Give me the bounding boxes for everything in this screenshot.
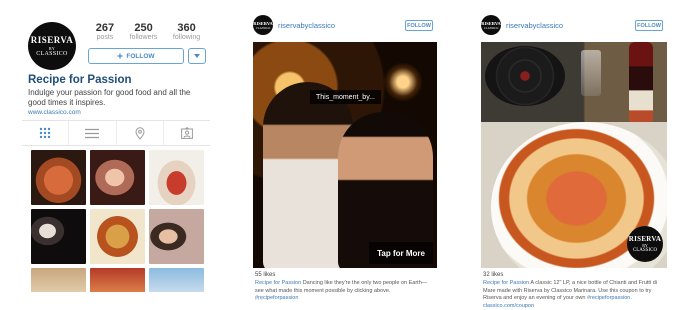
plus-icon — [117, 53, 123, 59]
bokeh-light — [383, 62, 423, 102]
brand-badge-logo: RISERVA BY CLASSICO — [627, 226, 663, 262]
photo-chianti-bottle — [629, 42, 653, 122]
grid-photo-pizza[interactable] — [90, 209, 145, 264]
stat-followers[interactable]: 250 followers — [130, 22, 158, 41]
stat-following-label: following — [172, 34, 201, 41]
profile-bio: Indulge your passion for good food and a… — [28, 88, 191, 107]
post-follow-button[interactable]: FOLLOW — [405, 20, 433, 31]
profile-screen: RISERVA BY CLASSICO 267 posts 250 follow… — [22, 12, 210, 292]
stat-following[interactable]: 360 following — [173, 22, 200, 41]
post-likes: 55 likes — [255, 272, 276, 278]
stat-posts-label: posts — [96, 34, 114, 41]
caption-separator: . — [630, 295, 632, 301]
stat-posts[interactable]: 267 posts — [96, 22, 114, 41]
grid-photo-beach[interactable] — [149, 268, 204, 292]
caption-lead-link[interactable]: Recipe for Passion — [483, 280, 529, 286]
profile-tabs — [22, 120, 210, 146]
photo-tag-label[interactable]: This_moment_by... — [310, 90, 382, 104]
post-more-dots[interactable]: ... — [483, 302, 491, 308]
post-photo-pasta-dinner[interactable]: RISERVA BY CLASSICO — [481, 42, 667, 268]
tagged-icon — [180, 127, 193, 139]
grid-photo-pizza-board[interactable] — [31, 150, 86, 205]
grid-photo-couple-portrait[interactable] — [149, 209, 204, 264]
post-caption: Recipe for Passion Dancing like they're … — [255, 280, 435, 303]
post-likes: 32 likes — [483, 272, 504, 278]
grid-icon — [39, 127, 51, 139]
post-username[interactable]: riservabyclassico — [506, 21, 563, 30]
grid-photo-table[interactable] — [31, 268, 86, 292]
mini-logo-line3: CLASSICO — [255, 25, 271, 30]
post-avatar[interactable]: RISERVA CLASSICO — [481, 15, 501, 35]
badge-line1: RISERVA — [628, 235, 662, 243]
post-username[interactable]: riservabyclassico — [278, 21, 335, 30]
stat-following-value: 360 — [177, 22, 196, 34]
profile-name: Recipe for Passion — [28, 74, 132, 86]
ad-showcase: RISERVA BY CLASSICO 267 posts 250 follow… — [0, 0, 691, 310]
tab-grid[interactable] — [22, 121, 70, 145]
grid-photo-couple-kiss[interactable] — [90, 150, 145, 205]
logo-line3: CLASSICO — [36, 51, 68, 57]
stat-posts-value: 267 — [95, 22, 115, 34]
profile-website-link[interactable]: www.classico.com — [28, 109, 81, 116]
post-screen-pasta: RISERVA CLASSICO riservabyclassico FOLLO… — [476, 12, 669, 309]
follow-options-button[interactable] — [188, 48, 206, 64]
caption-hashtag[interactable]: #recipeforpassion — [587, 295, 630, 301]
logo-line1: RISERVA — [30, 35, 74, 45]
post-follow-button[interactable]: FOLLOW — [635, 20, 663, 31]
post-screen-couple: RISERVA CLASSICO riservabyclassico FOLLO… — [248, 12, 439, 302]
stat-followers-value: 250 — [134, 22, 153, 34]
follow-button-label: FOLLOW — [126, 52, 155, 60]
profile-photo-grid — [31, 150, 205, 292]
photo-vinyl-record — [485, 46, 565, 106]
stat-followers-label: followers — [129, 34, 158, 41]
mini-logo-line3: CLASSICO — [483, 25, 499, 30]
tab-tagged[interactable] — [164, 121, 210, 145]
list-icon — [85, 128, 100, 138]
badge-line3: CLASSICO — [632, 248, 658, 253]
post-more-dots[interactable]: ... — [255, 296, 263, 302]
post-avatar[interactable]: RISERVA CLASSICO — [253, 15, 273, 35]
chevron-down-icon — [194, 54, 200, 58]
follow-button[interactable]: FOLLOW — [88, 48, 184, 64]
location-icon — [135, 126, 145, 140]
tab-list[interactable] — [69, 121, 117, 145]
tab-location[interactable] — [117, 121, 164, 145]
grid-photo-prosciutto-dish[interactable] — [149, 150, 204, 205]
tap-for-more-button[interactable]: Tap for More — [369, 242, 433, 264]
grid-photo-dancing-couple[interactable] — [31, 209, 86, 264]
post-caption: Recipe for Passion A classic 12" LP, a n… — [483, 280, 667, 310]
grid-photo-dish[interactable] — [90, 268, 145, 292]
profile-avatar[interactable]: RISERVA BY CLASSICO — [28, 22, 76, 70]
caption-lead-link[interactable]: Recipe for Passion — [255, 280, 301, 286]
post-photo-dancing-couple[interactable]: This_moment_by... Tap for More — [253, 42, 437, 268]
profile-stats: 267 posts 250 followers 360 following — [88, 22, 208, 41]
photo-wine-glass — [581, 50, 601, 96]
